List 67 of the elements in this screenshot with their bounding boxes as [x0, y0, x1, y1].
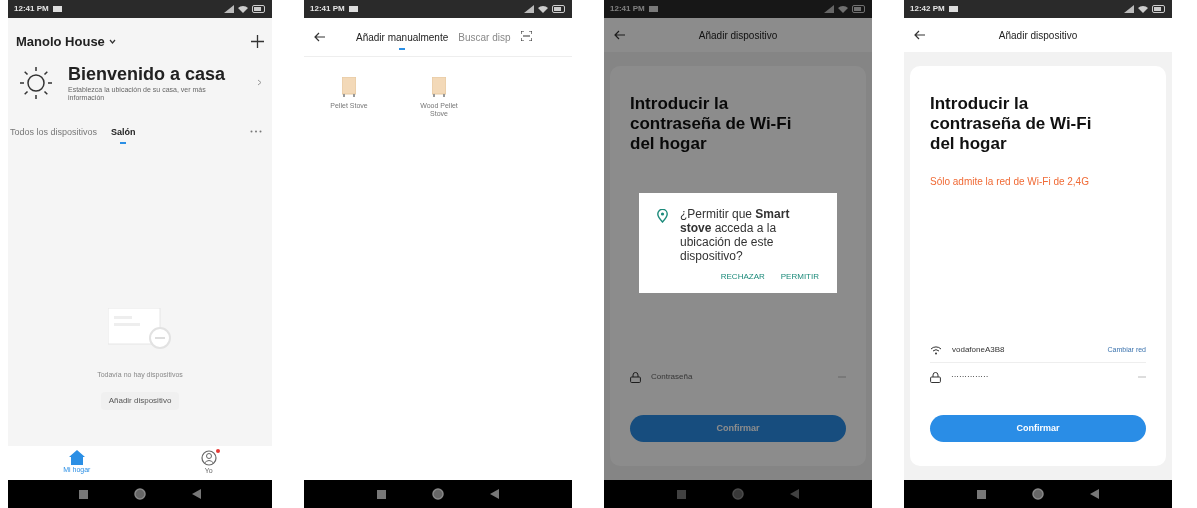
- location-pin-icon: [657, 209, 668, 223]
- recents-icon[interactable]: [79, 489, 88, 499]
- recents-icon[interactable]: [977, 489, 986, 499]
- wifi-icon: [238, 5, 248, 13]
- page-heading: Introducir la contraseña de Wi-Fi del hogar: [630, 94, 793, 154]
- signal-icon: [824, 5, 834, 13]
- back-icon[interactable]: [490, 489, 499, 499]
- signal-icon: [524, 5, 534, 13]
- tab[interactable]: Añadir manualmente: [356, 30, 449, 50]
- tab[interactable]: Buscar disp: [458, 30, 511, 50]
- status-time: 12:41 PM: [610, 3, 645, 15]
- dialog-button[interactable]: PERMITIR: [780, 271, 819, 283]
- wifi-icon: [538, 5, 548, 13]
- screen-title: Añadir dispositivo: [997, 28, 1079, 43]
- message-icon: [348, 5, 358, 13]
- network-notice: Sólo admite la red de Wi-Fi de 2,4G: [930, 175, 1090, 189]
- message-icon: [948, 5, 958, 13]
- back-arrow-icon[interactable]: [314, 32, 326, 42]
- empty-devices-drawing: [108, 307, 172, 352]
- stove-icon: [432, 77, 446, 97]
- battery-icon: [1152, 5, 1166, 13]
- password-field[interactable]: Contraseña: [651, 371, 838, 383]
- chevron-down-icon: [108, 39, 116, 45]
- add-icon[interactable]: [251, 35, 264, 49]
- room-tab[interactable]: Todos los dispositivos: [10, 125, 98, 144]
- back-icon[interactable]: [192, 489, 201, 499]
- sun-icon: [18, 64, 54, 101]
- home-button-icon[interactable]: [134, 488, 146, 500]
- dialog-button[interactable]: RECHAZAR: [720, 271, 765, 283]
- scan-icon[interactable]: [520, 31, 532, 41]
- wifi-icon: [930, 345, 942, 355]
- screen-title: Añadir dispositivo: [697, 28, 779, 43]
- confirm-button[interactable]: Confirmar: [930, 415, 1146, 442]
- signal-icon: [1124, 5, 1134, 13]
- home-icon: [68, 450, 85, 466]
- message-icon: [52, 5, 62, 13]
- page-heading: Introducir la contraseña de Wi-Fi del hogar: [930, 94, 1093, 154]
- add-device-button[interactable]: Añadir dispositivo: [100, 392, 180, 410]
- back-arrow-icon[interactable]: [614, 30, 626, 40]
- network-name: vodafoneA3B8: [952, 344, 1006, 356]
- confirm-button[interactable]: Confirmar: [630, 415, 846, 442]
- chevron-right-icon: [257, 79, 262, 86]
- welcome-title: Bienvenido a casa: [68, 63, 227, 84]
- home-button-icon[interactable]: [1032, 488, 1044, 500]
- recents-icon[interactable]: [377, 489, 386, 499]
- stove-icon: [342, 77, 356, 97]
- signal-icon: [224, 5, 234, 13]
- wifi-icon: [838, 5, 848, 13]
- battery-icon: [252, 5, 266, 13]
- status-time: 12:41 PM: [310, 3, 345, 15]
- home-name[interactable]: Manolo House: [16, 32, 105, 52]
- status-time: 12:42 PM: [910, 3, 945, 15]
- lock-icon: [930, 371, 941, 383]
- battery-icon: [552, 5, 566, 13]
- home-button-icon[interactable]: [432, 488, 444, 500]
- back-arrow-icon[interactable]: [914, 30, 926, 40]
- status-time: 12:41 PM: [14, 3, 49, 15]
- password-field[interactable]: ··············: [951, 371, 1138, 383]
- lock-icon: [630, 371, 641, 383]
- profile-icon: [200, 449, 217, 466]
- dialog-message: ¿Permitir que Smart stove acceda a la ubicación de este dispositivo?: [680, 207, 791, 263]
- back-icon[interactable]: [1090, 489, 1099, 499]
- room-tab[interactable]: Salón: [111, 125, 136, 144]
- battery-icon: [852, 5, 866, 13]
- more-icon[interactable]: [250, 129, 262, 133]
- message-icon: [648, 5, 658, 13]
- wifi-icon: [1138, 5, 1148, 13]
